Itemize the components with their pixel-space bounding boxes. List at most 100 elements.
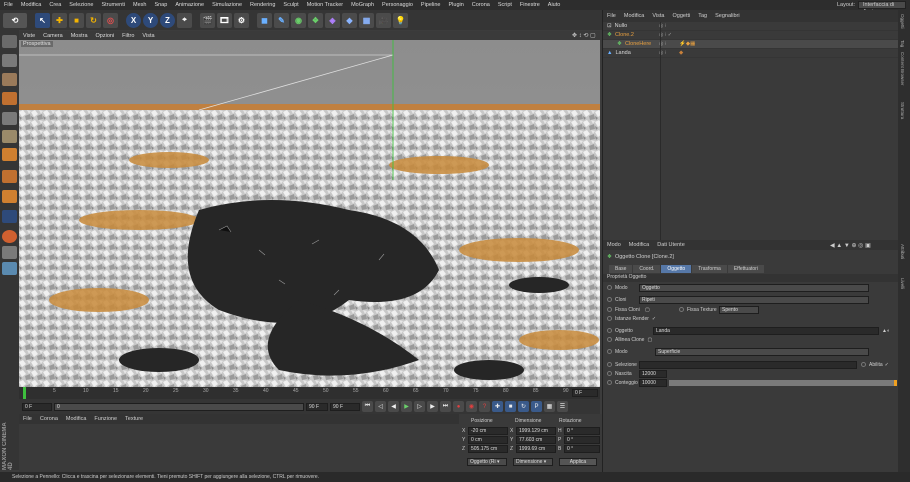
fix-texture-dropdown[interactable]: Spento [719,305,759,314]
lock-workplane-icon[interactable] [2,246,17,259]
attribute-menu-item-0[interactable]: Modo [603,242,625,248]
snap-icon[interactable] [2,210,17,223]
camera-icon[interactable]: 🎥 [376,12,391,28]
cloner-icon[interactable]: ❖ [308,12,323,28]
attribute-tab[interactable]: Oggetto [661,264,692,273]
position-key-icon[interactable]: ✚ [492,401,503,412]
coord-size-mode-dropdown[interactable]: Dimensione ▾ [513,458,553,466]
viewport-menu-item-1[interactable]: Camera [39,33,67,39]
seed-field[interactable]: 12000 [639,369,667,378]
pla-key-icon[interactable]: ▦ [544,401,555,412]
tweak-mode-icon[interactable] [2,190,17,203]
attribute-tab[interactable]: Base [609,264,633,273]
material-tag-icon[interactable]: ◆ [679,50,683,56]
object-menu-item-0[interactable]: File [603,13,620,19]
object-menu-item-3[interactable]: Oggetti [669,13,695,19]
menu-item-17[interactable]: Script [494,2,516,8]
undo-button[interactable]: ⟲ [3,12,27,28]
dock-tab-layers[interactable]: Livelli [900,278,905,289]
coord-mode-dropdown[interactable]: Oggetto (Ri ▾ [467,458,507,466]
render-instances-check[interactable]: ✓ [652,316,656,322]
subdivision-icon[interactable]: ◉ [291,12,306,28]
menu-item-5[interactable]: Mesh [129,2,150,8]
next-frame-icon[interactable]: ▷ [414,401,425,412]
rotation-key-icon[interactable]: ↻ [518,401,529,412]
goto-end-icon[interactable]: ⏭ [440,401,451,412]
menu-item-4[interactable]: Strumenti [97,2,129,8]
material-menu-item-4[interactable]: Texture [121,416,147,422]
object-row[interactable]: ❖ Clone.2 ◎ ⁝ ✓ [603,31,898,40]
dock-tab-objects[interactable]: Oggetti [900,14,905,29]
apply-button[interactable]: Applica [559,458,597,466]
attribute-tab[interactable]: Effettuatori [727,264,764,273]
menu-item-0[interactable]: File [0,2,17,8]
perspective-viewport[interactable]: Prospettiva [19,40,600,387]
live-selection-icon[interactable]: ◎ [103,12,118,28]
coord-rotation-field[interactable]: 0 ° [564,445,600,453]
coord-position-field[interactable]: -20 cm [468,427,508,435]
model-mode-icon[interactable] [2,54,17,67]
count-slider[interactable] [669,379,897,386]
viewport-menu-item-0[interactable]: Viste [19,33,39,39]
prev-frame-icon[interactable]: ◀ [388,401,399,412]
cube-icon[interactable]: ◼ [257,12,272,28]
coord-position-field[interactable]: 0 cm [468,436,508,444]
viewport-nav-icons[interactable]: ✥ ↕ ⟲ ▢ [572,32,596,39]
object-menu-item-5[interactable]: Segnalibri [711,13,743,19]
points-mode-icon[interactable] [2,112,17,125]
current-frame-field[interactable]: 0 F [572,389,598,397]
prev-key-icon[interactable]: ◁ [375,401,386,412]
play-icon[interactable]: ▶ [401,401,412,412]
enable-check[interactable]: ✓ [885,362,889,368]
object-name[interactable]: Landa [615,50,655,56]
scale-key-icon[interactable]: ■ [505,401,516,412]
edges-mode-icon[interactable] [2,130,17,143]
x-axis-button[interactable]: X [126,12,141,28]
light-icon[interactable]: 💡 [393,12,408,28]
end-frame-field-b[interactable]: 90 F [330,402,360,411]
menu-item-7[interactable]: Animazione [171,2,208,8]
menu-item-16[interactable]: Corona [468,2,494,8]
material-menu-item-0[interactable]: File [19,416,36,422]
autokey-icon[interactable]: ◉ [466,401,477,412]
render-settings-icon[interactable]: ⚙ [234,12,249,28]
coordinate-system-icon[interactable]: ⌖ [177,12,192,28]
deformer-icon[interactable]: ◈ [325,12,340,28]
dock-tab-content-browser[interactable]: Content Browser [900,52,905,86]
menu-item-12[interactable]: MoGraph [347,2,378,8]
goto-start-icon[interactable]: ⏮ [362,401,373,412]
end-frame-field-a[interactable]: 90 F [306,402,328,411]
environment-icon[interactable]: ◆ [342,12,357,28]
object-row[interactable]: ❖ CloneHere ◎ ⁝ ⚡◆▦ [603,40,898,49]
menu-item-14[interactable]: Pipeline [417,2,445,8]
viewport-menu-item-5[interactable]: Vista [138,33,158,39]
polygons-mode-icon[interactable] [2,148,17,161]
object-name[interactable]: Nullo [615,23,655,29]
object-link-field[interactable]: Landa [653,326,879,335]
clones-dropdown[interactable]: Ripeti [639,295,869,304]
attribute-tab[interactable]: Coord. [633,264,661,273]
object-name[interactable]: Clone.2 [615,32,655,38]
viewport-menu-item-2[interactable]: Mostra [67,33,92,39]
menu-item-13[interactable]: Personaggio [378,2,417,8]
object-link-icons[interactable]: ▲◐ [882,328,890,334]
object-menu-item-2[interactable]: Vista [648,13,668,19]
coord-size-field[interactable]: 1999.69 cm [516,445,556,453]
record-icon[interactable]: ● [453,401,464,412]
menu-item-19[interactable]: Aiuto [544,2,565,8]
coord-size-field[interactable]: 77.603 cm [516,436,556,444]
coord-rotation-field[interactable]: 0 ° [564,427,600,435]
viewport-menu-item-4[interactable]: Filtro [118,33,138,39]
timeline-icon[interactable]: ☰ [557,401,568,412]
object-menu-item-4[interactable]: Tag [694,13,711,19]
material-menu-item-3[interactable]: Funzione [90,416,121,422]
scale-tool-icon[interactable]: ■ [69,12,84,28]
menu-item-1[interactable]: Modifica [17,2,45,8]
timeline-ruler[interactable]: 0510152025303540455055606570758085900 F [19,387,600,399]
material-menu-item-1[interactable]: Corona [36,416,62,422]
object-row[interactable]: ⊡ Nullo ◎ ⁝ [603,22,898,31]
viewport-menu-item-3[interactable]: Opzioni [92,33,119,39]
move-tool-icon[interactable]: ✚ [52,12,67,28]
select-tool-icon[interactable]: ↖ [35,12,50,28]
frame-range-slider[interactable]: 0 [54,402,304,411]
